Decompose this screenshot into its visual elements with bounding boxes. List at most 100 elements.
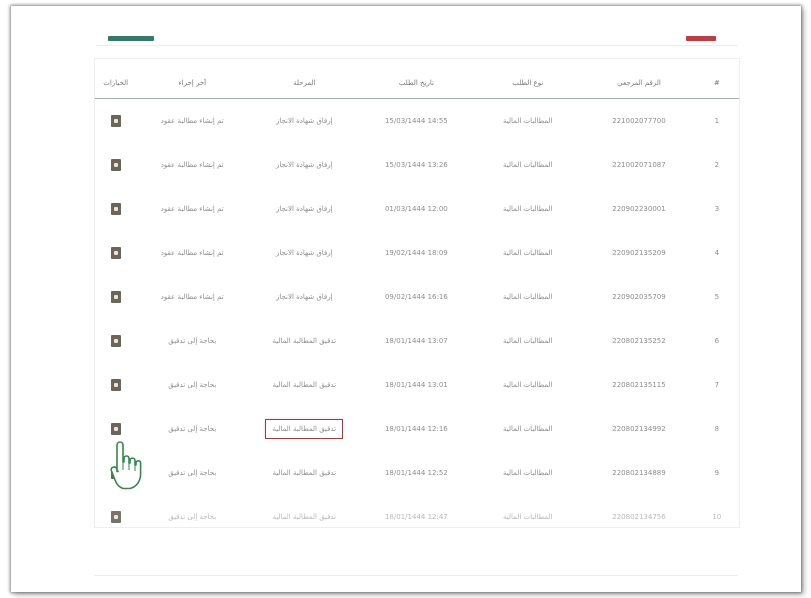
cell-request-date: 16:16 09/02/1444 [384,293,448,301]
cell-last-action: بحاجة إلى تدقيق [168,469,217,477]
cell-reference-number: 220902135209 [612,249,666,257]
cell-options [95,275,136,319]
red-action-bar[interactable] [686,36,716,41]
cell-request-date: 12:00 01/03/1444 [384,205,448,213]
options-icon[interactable] [110,423,121,435]
cell-last-action: تم إنشاء مطالبة عقود [160,293,224,301]
cell-request-date: 18:09 19/02/1444 [384,249,448,257]
cell-last-action: تم إنشاء مطالبة عقود [160,161,224,169]
cell-request-date: 12:47 18/01/1444 [384,513,448,521]
cell-last-action: بحاجة إلى تدقيق [168,337,217,345]
header-num[interactable]: # [694,59,739,99]
cell-request-type: المطالبات المالية [503,513,553,521]
cell-request-type: المطالبات المالية [503,381,553,389]
cell-stage: إرفاق شهادة الانجاز [275,249,333,257]
cell-request-date: 13:01 18/01/1444 [384,381,448,389]
cell-stage: إرفاق شهادة الانجاز [275,117,333,125]
green-action-bar[interactable] [108,36,154,41]
options-icon[interactable] [110,203,121,215]
table-row: 9 220802134889 المطالبات المالية 12:52 1… [95,451,739,495]
cell-last-action: بحاجة إلى تدقيق [168,381,217,389]
table-row: 5 220902035709 المطالبات المالية 16:16 0… [95,275,739,319]
cell-reference-number: 220802134992 [612,425,666,433]
cell-num: 9 [714,469,720,477]
cell-stage: إرفاق شهادة الانجاز [275,205,333,213]
cell-request-type: المطالبات المالية [503,117,553,125]
table-row: 2 221002071087 المطالبات المالية 13:26 1… [95,143,739,187]
table-row: 7 220802135115 المطالبات المالية 13:01 1… [95,363,739,407]
cell-num: 7 [714,381,720,389]
cell-request-date: 13:26 15/03/1444 [384,161,448,169]
cell-stage: تدقيق المطالبة المالية [272,381,337,389]
cell-reference-number: 220802134889 [612,469,666,477]
cell-last-action: تم إنشاء مطالبة عقود [160,117,224,125]
cell-request-type: المطالبات المالية [503,249,553,257]
options-icon[interactable] [110,159,121,171]
cell-options [95,187,136,231]
cell-reference-number: 221002071087 [612,161,666,169]
cell-last-action: بحاجة إلى تدقيق [168,425,217,433]
cell-options [95,99,136,144]
options-icon[interactable] [110,291,121,303]
cell-options [95,143,136,187]
cell-last-action: تم إنشاء مطالبة عقود [160,205,224,213]
cell-reference-number: 220902230001 [612,205,666,213]
top-divider [96,45,738,46]
cell-reference-number: 220802135252 [612,337,666,345]
bottom-divider [94,575,738,576]
header-last-action[interactable]: آخر إجراء [136,59,249,99]
options-icon[interactable] [110,335,121,347]
cell-last-action: بحاجة إلى تدقيق [168,513,217,521]
cell-request-date: 13:07 18/01/1444 [384,337,448,345]
cell-num: 2 [714,161,720,169]
cell-num: 8 [714,425,720,433]
cell-stage: تدقيق المطالبة المالية [272,513,337,521]
table-row: 3 220902230001 المطالبات المالية 12:00 0… [95,187,739,231]
cell-request-type: المطالبات المالية [503,425,553,433]
cell-options [95,495,136,527]
requests-panel: # الرقم المرجعي نوع الطلب تاريخ الطلب ال… [94,58,740,528]
table-row: 1 221002077700 المطالبات المالية 14:55 1… [95,99,739,144]
cell-options [95,451,136,495]
cell-num: 3 [714,205,720,213]
header-request-date[interactable]: تاريخ الطلب [360,59,473,99]
cell-reference-number: 220802135115 [612,381,666,389]
options-icon[interactable] [110,379,121,391]
cell-num: 5 [714,293,720,301]
options-icon[interactable] [110,511,121,523]
cell-num: 6 [714,337,720,345]
table-header-row: # الرقم المرجعي نوع الطلب تاريخ الطلب ال… [95,59,739,99]
table-row-highlighted: 8 220802134992 المطالبات المالية 12:16 1… [95,407,739,451]
table-row: 6 220802135252 المطالبات المالية 13:07 1… [95,319,739,363]
cell-stage: إرفاق شهادة الانجاز [275,293,333,301]
highlighted-stage: تدقيق المطالبة المالية [265,419,344,439]
cell-options [95,231,136,275]
options-icon[interactable] [110,467,121,479]
header-stage[interactable]: المرحلة [248,59,361,99]
cell-request-type: المطالبات المالية [503,469,553,477]
cell-num: 1 [714,117,720,125]
header-options: الخيارات [95,59,137,99]
cell-options [95,407,136,451]
cell-stage: تدقيق المطالبة المالية [248,407,360,451]
table-row: 4 220902135209 المطالبات المالية 18:09 1… [95,231,739,275]
requests-table: # الرقم المرجعي نوع الطلب تاريخ الطلب ال… [95,59,739,527]
cell-stage: إرفاق شهادة الانجاز [275,161,333,169]
cell-stage: تدقيق المطالبة المالية [272,469,337,477]
table-row: 10 220802134756 المطالبات المالية 12:47 … [95,495,739,527]
cell-num: 4 [714,249,720,257]
cell-reference-number: 220902035709 [612,293,666,301]
header-reference-number[interactable]: الرقم المرجعي [583,59,695,99]
cell-options [95,319,136,363]
cell-last-action: تم إنشاء مطالبة عقود [160,249,224,257]
cell-num: 10 [712,513,722,521]
cell-request-date: 12:52 18/01/1444 [384,469,448,477]
cell-stage: تدقيق المطالبة المالية [272,337,337,345]
cell-request-type: المطالبات المالية [503,205,553,213]
cell-request-type: المطالبات المالية [503,161,553,169]
options-icon[interactable] [110,115,121,127]
header-request-type[interactable]: نوع الطلب [472,59,584,99]
options-icon[interactable] [110,247,121,259]
cell-request-type: المطالبات المالية [503,293,553,301]
cell-request-type: المطالبات المالية [503,337,553,345]
